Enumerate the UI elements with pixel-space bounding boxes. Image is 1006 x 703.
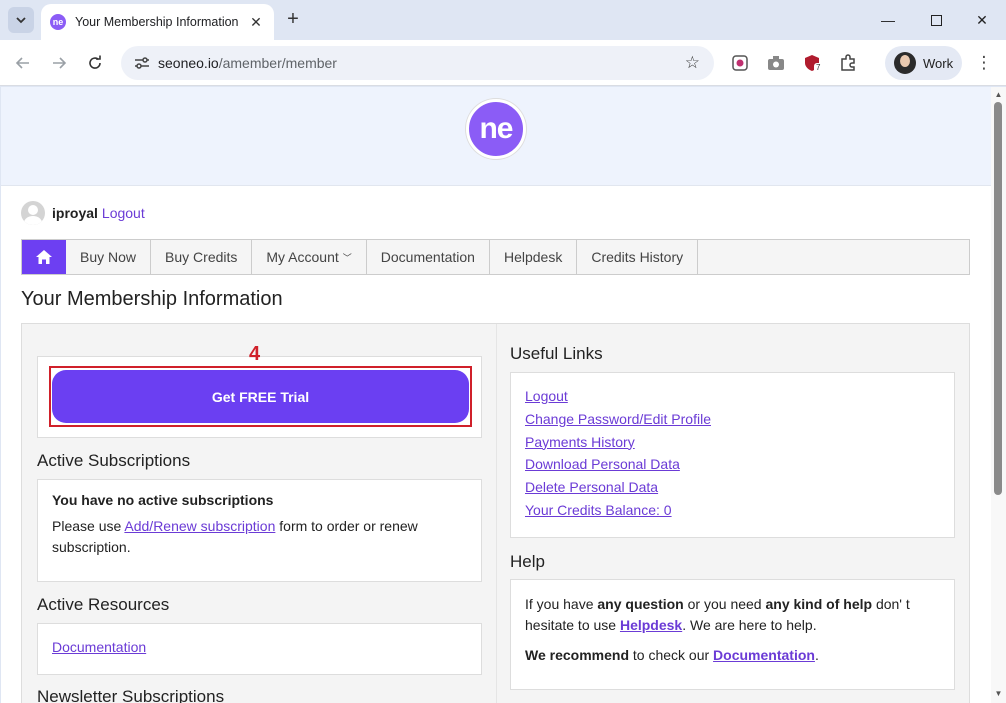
close-window-button[interactable]: ✕ (969, 8, 995, 32)
useful-links-card: Logout Change Password/Edit Profile Paym… (510, 372, 955, 538)
menu-item-documentation[interactable]: Documentation (367, 240, 490, 274)
favicon-icon: ne (50, 14, 66, 30)
menu-item-buy-now[interactable]: Buy Now (66, 240, 152, 274)
browser-toolbar: seoneo.io/amember/member ☆ 7 Work ⋮ (0, 40, 1006, 86)
annotation-number: 4 (249, 343, 261, 365)
reload-icon (89, 55, 101, 69)
no-subscriptions-heading: You have no active subscriptions (52, 492, 274, 508)
arrow-left-icon (15, 57, 29, 69)
resources-documentation-link[interactable]: Documentation (52, 639, 146, 655)
menu-item-my-account[interactable]: My Account ﹀ (252, 240, 367, 274)
menu-item-credits-history[interactable]: Credits History (577, 240, 699, 274)
reload-button[interactable] (83, 51, 107, 75)
menu-home-button[interactable] (22, 240, 66, 274)
extensions-puzzle-icon[interactable] (837, 52, 859, 74)
site-header: ne (1, 87, 991, 186)
header-logout-link[interactable]: Logout (102, 205, 145, 221)
page-viewport: ne iproyal Logout Buy Now Buy Credits My… (1, 87, 991, 703)
scroll-up-icon[interactable]: ▲ (994, 90, 1003, 99)
tab-search-button[interactable] (8, 7, 34, 33)
useful-link-credits-balance[interactable]: Your Credits Balance: 0 (525, 502, 672, 518)
scroll-thumb[interactable] (994, 102, 1002, 495)
useful-link-logout[interactable]: Logout (525, 388, 568, 404)
menu-item-buy-credits[interactable]: Buy Credits (151, 240, 253, 274)
camera-extension-icon[interactable] (765, 52, 787, 74)
maximize-button[interactable] (923, 8, 949, 32)
main-menu: Buy Now Buy Credits My Account ﹀ Document… (21, 239, 970, 275)
shield-extension-icon[interactable]: 7 (801, 52, 823, 74)
useful-link-change-password[interactable]: Change Password/Edit Profile (525, 411, 711, 427)
address-bar[interactable]: seoneo.io/amember/member ☆ (121, 46, 714, 80)
page-scrollbar[interactable]: ▲ ▼ (991, 87, 1006, 703)
help-documentation-link[interactable]: Documentation (713, 647, 815, 663)
useful-link-delete-data[interactable]: Delete Personal Data (525, 479, 658, 495)
subscriptions-text: Please use Add/Renew subscription form t… (52, 518, 418, 555)
help-title: Help (510, 552, 545, 571)
site-logo[interactable]: ne (466, 99, 526, 159)
browser-menu-icon[interactable]: ⋮ (974, 52, 994, 74)
active-subscriptions-title: Active Subscriptions (37, 451, 191, 470)
chevron-down-icon: ﹀ (342, 252, 352, 263)
user-avatar (21, 201, 45, 225)
home-icon (36, 250, 52, 264)
menu-item-helpdesk[interactable]: Helpdesk (490, 240, 578, 274)
useful-links-title: Useful Links (510, 344, 603, 363)
active-tab[interactable]: ne Your Membership Information ✕ (41, 4, 274, 40)
scroll-down-icon[interactable]: ▼ (994, 689, 1003, 698)
minimize-button[interactable]: — (875, 8, 901, 32)
username: iproyal (52, 205, 98, 221)
site-settings-icon[interactable] (133, 54, 151, 72)
bookmark-star-icon[interactable]: ☆ (685, 53, 700, 73)
forward-button[interactable] (47, 51, 71, 75)
help-paragraph: If you have any question or you need any… (525, 596, 910, 633)
chevron-down-icon (16, 17, 26, 24)
membership-content: Get FREE Trial 4 Active Subscriptions Yo… (21, 323, 970, 703)
helpdesk-link[interactable]: Helpdesk (620, 617, 682, 633)
extension-badge: 7 (814, 63, 823, 73)
useful-links-list: Logout Change Password/Edit Profile Paym… (525, 385, 711, 522)
newsletter-subscriptions-title: Newsletter Subscriptions (37, 687, 225, 703)
help-card: If you have any question or you need any… (510, 579, 955, 690)
close-tab-icon[interactable]: ✕ (247, 13, 265, 31)
new-tab-button[interactable]: + (282, 8, 304, 30)
back-button[interactable] (11, 51, 35, 75)
profile-label: Work (923, 55, 954, 71)
annotation-highlight-box (49, 366, 472, 427)
active-subscriptions-card: You have no active subscriptions Please … (37, 479, 482, 582)
maximize-icon (930, 14, 942, 26)
url-text: seoneo.io/amember/member (158, 55, 337, 71)
profile-avatar (894, 52, 916, 74)
active-resources-title: Active Resources (37, 595, 170, 614)
trial-card: Get FREE Trial (37, 356, 482, 438)
column-divider (496, 324, 497, 703)
arrow-right-icon (53, 57, 67, 69)
active-resources-card: Documentation (37, 623, 482, 675)
add-renew-subscription-link[interactable]: Add/Renew subscription (124, 518, 275, 534)
tab-bar: ne Your Membership Information ✕ + — ✕ (0, 0, 1006, 40)
lens-extension-icon[interactable] (729, 52, 751, 74)
useful-link-download-data[interactable]: Download Personal Data (525, 456, 680, 472)
tab-title: Your Membership Information (75, 15, 239, 29)
user-line: iproyal Logout (21, 201, 145, 225)
useful-link-payments-history[interactable]: Payments History (525, 434, 635, 450)
page-title: Your Membership Information (21, 288, 283, 310)
profile-button[interactable]: Work (885, 46, 962, 80)
recommend-paragraph: We recommend to check our Documentation. (525, 647, 819, 663)
